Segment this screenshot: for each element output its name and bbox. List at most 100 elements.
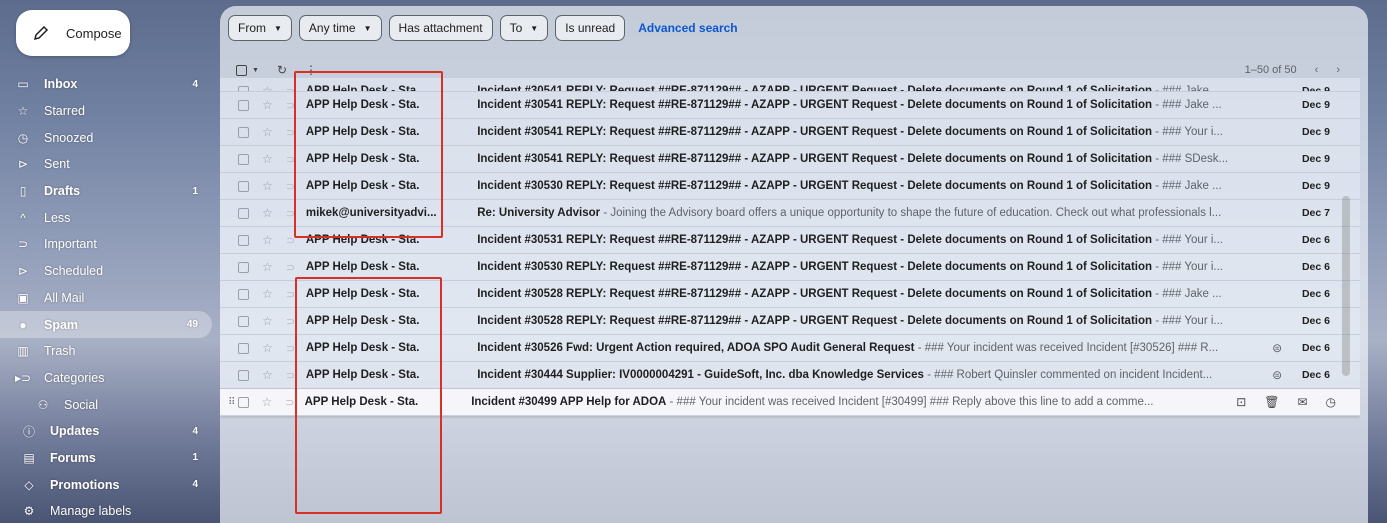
sender-name: APP Help Desk - Sta. xyxy=(305,261,420,273)
star-icon[interactable]: ☆ xyxy=(262,125,276,139)
sidebar-item-promotions[interactable]: ◇ Promotions 4 xyxy=(0,471,212,498)
star-icon[interactable]: ☆ xyxy=(262,98,276,112)
row-checkbox[interactable] xyxy=(237,342,249,354)
star-icon[interactable]: ☆ xyxy=(262,233,276,247)
sidebar-item-sent[interactable]: ⊳ Sent xyxy=(0,151,212,178)
email-content: Incident #30541 REPLY: Request ##RE-8711… xyxy=(477,85,1264,92)
sidebar-item-manage-labels[interactable]: ⚙ Manage labels xyxy=(0,498,212,523)
star-icon[interactable]: ☆ xyxy=(262,368,276,382)
row-checkbox[interactable] xyxy=(237,153,249,165)
select-all-checkbox[interactable]: ▼ xyxy=(236,64,259,76)
row-checkbox[interactable] xyxy=(237,207,249,219)
sidebar-item-scheduled[interactable]: ⊳ Scheduled xyxy=(0,258,212,285)
pager-count: 1–50 of 50 xyxy=(1244,64,1297,76)
tag-icon: ◇ xyxy=(24,477,34,492)
sidebar-item-social[interactable]: ⚇ Social xyxy=(0,391,212,418)
people-icon: ⚇ xyxy=(37,397,49,412)
sidebar-nav: ▭ Inbox 4 ☆ Starred ◷ Snoozed ⊳ Sent ▯ Drafts 1 ^ Les… xyxy=(0,71,218,523)
row-checkbox[interactable] xyxy=(237,369,249,381)
row-checkbox[interactable] xyxy=(237,126,249,138)
email-subject: Incident #30530 REPLY: Request ##RE-8711… xyxy=(477,180,1153,192)
star-icon[interactable]: ☆ xyxy=(262,341,276,355)
mark-read-icon[interactable]: ✉ xyxy=(1297,395,1307,409)
draft-icon: ▯ xyxy=(19,184,27,199)
advanced-search-link[interactable]: Advanced search xyxy=(638,21,737,35)
is-unread-chip[interactable]: Is unread xyxy=(555,15,626,41)
email-snippet: - ### Your i... xyxy=(1152,234,1223,246)
star-icon[interactable]: ☆ xyxy=(262,395,276,409)
star-icon[interactable]: ☆ xyxy=(262,84,276,91)
email-subject: Incident #30541 REPLY: Request ##RE-8711… xyxy=(477,153,1153,165)
forum-icon: ▤ xyxy=(23,450,35,465)
sidebar-item-less[interactable]: ^ Less xyxy=(0,204,212,231)
row-checkbox[interactable] xyxy=(237,99,249,111)
email-snippet: - ### Jake ... xyxy=(1152,288,1222,300)
star-icon[interactable]: ☆ xyxy=(262,152,276,166)
email-content: Incident #30528 REPLY: Request ##RE-8711… xyxy=(477,315,1264,327)
email-subject: Incident #30531 REPLY: Request ##RE-8711… xyxy=(477,234,1153,246)
chevron-right-icon[interactable]: › xyxy=(1336,64,1340,76)
important-icon: ⊃ xyxy=(17,237,29,252)
sidebar-item-label: Manage labels xyxy=(50,504,132,519)
row-checkbox[interactable] xyxy=(237,180,249,192)
chevron-left-icon[interactable]: ‹ xyxy=(1315,64,1319,76)
star-icon[interactable]: ☆ xyxy=(262,260,276,274)
row-checkbox[interactable] xyxy=(237,234,249,246)
inbox-icon: ▭ xyxy=(17,77,29,92)
sidebar-item-categories[interactable]: ▸⊃ Categories xyxy=(0,365,212,392)
any-time-filter-chip[interactable]: Any time ▼ xyxy=(298,15,382,41)
email-snippet: - ### Jake ... xyxy=(1152,85,1222,92)
sidebar-item-updates[interactable]: ⓘ Updates 4 xyxy=(0,418,212,445)
snooze-icon[interactable]: ◷ xyxy=(1326,395,1336,409)
star-icon[interactable]: ☆ xyxy=(262,287,276,301)
star-icon[interactable]: ☆ xyxy=(262,179,276,193)
row-actions: ⊡ 🗑 ✉ ◷ xyxy=(1236,395,1336,409)
email-snippet: - ### Your i... xyxy=(1152,315,1223,327)
sidebar-item-label: Updates xyxy=(50,424,100,439)
refresh-icon[interactable]: ↻ xyxy=(277,63,287,77)
from-filter-chip[interactable]: From ▼ xyxy=(228,15,292,41)
scrollbar[interactable] xyxy=(1342,196,1350,376)
email-content: Re: University Advisor - Joining the Adv… xyxy=(477,207,1264,219)
archive-icon[interactable]: ⊡ xyxy=(1236,395,1246,409)
sidebar-item-starred[interactable]: ☆ Starred xyxy=(0,98,212,125)
gear-icon: ⚙ xyxy=(23,504,35,519)
email-date: Dec 6 xyxy=(1301,369,1330,381)
star-icon[interactable]: ☆ xyxy=(262,206,276,220)
sidebar-item-label: Less xyxy=(44,210,71,225)
row-checkbox[interactable] xyxy=(237,315,249,327)
row-checkbox[interactable] xyxy=(237,288,249,300)
row-checkbox[interactable] xyxy=(237,396,249,408)
star-icon[interactable]: ☆ xyxy=(262,314,276,328)
sidebar-item-forums[interactable]: ▤ Forums 1 xyxy=(0,445,212,472)
important-marker-icon[interactable]: ⊃ xyxy=(286,261,300,274)
has-attachment-chip[interactable]: Has attachment xyxy=(388,15,493,41)
delete-icon[interactable]: 🗑 xyxy=(1264,395,1279,409)
send-icon: ⊳ xyxy=(17,157,29,172)
row-checkbox[interactable] xyxy=(237,261,249,273)
email-date: Dec 6 xyxy=(1301,342,1330,354)
sidebar-item-trash[interactable]: ▥ Trash xyxy=(0,338,212,365)
drag-handle-icon[interactable]: ⠿ xyxy=(220,397,235,408)
sidebar-item-all-mail[interactable]: ▣ All Mail xyxy=(0,285,212,312)
clock-icon: ◷ xyxy=(17,130,29,145)
sidebar-item-drafts[interactable]: ▯ Drafts 1 xyxy=(0,178,212,205)
email-subject: Incident #30528 REPLY: Request ##RE-8711… xyxy=(477,315,1153,327)
sidebar-item-spam[interactable]: ● Spam 49 xyxy=(0,311,212,338)
pencil-icon xyxy=(32,24,50,42)
compose-label: Compose xyxy=(66,25,122,41)
sidebar-item-count: 4 xyxy=(192,479,198,491)
email-subject: Incident #30541 REPLY: Request ##RE-8711… xyxy=(477,99,1153,111)
sidebar-item-inbox[interactable]: ▭ Inbox 4 xyxy=(0,71,212,98)
email-content: Incident #30530 REPLY: Request ##RE-8711… xyxy=(477,180,1264,192)
email-subject: Incident #30499 APP Help for ADOA xyxy=(471,396,667,408)
compose-button[interactable]: Compose xyxy=(16,10,130,56)
sidebar-item-label: Snoozed xyxy=(44,130,94,145)
email-date: Dec 6 xyxy=(1301,234,1330,246)
sidebar-item-snoozed[interactable]: ◷ Snoozed xyxy=(0,124,212,151)
sidebar-item-important[interactable]: ⊃ Important xyxy=(0,231,212,258)
to-filter-chip[interactable]: To ▼ xyxy=(499,15,549,41)
email-content: Incident #30499 APP Help for ADOA - ### … xyxy=(471,396,1236,408)
email-content: Incident #30541 REPLY: Request ##RE-8711… xyxy=(477,99,1264,111)
info-icon: ⓘ xyxy=(22,424,35,439)
